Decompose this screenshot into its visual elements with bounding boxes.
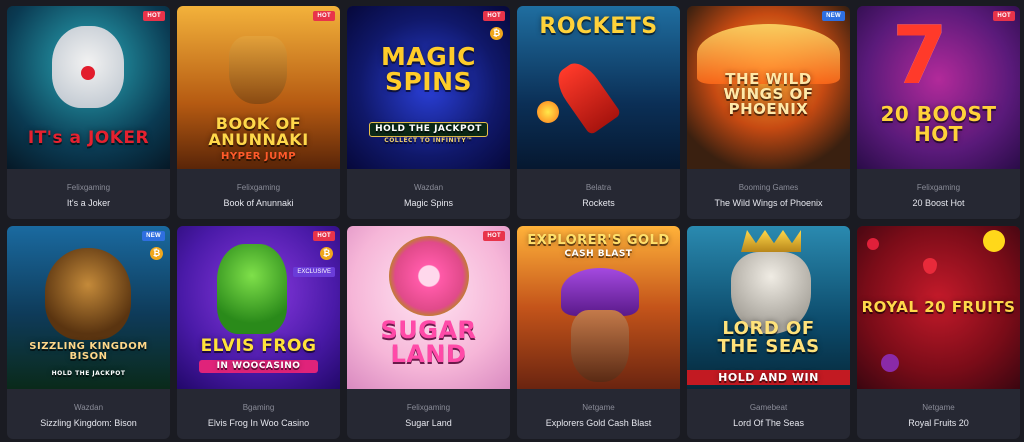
provider-label: Booming Games xyxy=(738,183,799,192)
donut-art xyxy=(389,236,469,316)
game-thumbnail[interactable]: THE WILD WINGS OF PHOENIX xyxy=(687,6,850,169)
art-subtitle-2: COLLECT TO INFINITY™ xyxy=(384,137,473,144)
game-thumbnail[interactable]: EXPLORER'S GOLD CASH BLAST xyxy=(517,226,680,389)
bitcoin-icon: ₿ xyxy=(150,247,163,260)
games-grid: IT's a JOKER HOT Felixgaming It's a Joke… xyxy=(0,0,1024,442)
rocket-art xyxy=(550,56,622,136)
art-title: MAGIC SPINS xyxy=(381,42,476,96)
provider-label: Netgame xyxy=(582,403,615,412)
lemon-art xyxy=(983,230,1005,252)
joker-nose-art xyxy=(81,66,95,80)
game-card-wild-wings-of-phoenix[interactable]: THE WILD WINGS OF PHOENIX NEW Booming Ga… xyxy=(687,6,850,219)
hot-badge: HOT xyxy=(313,231,335,241)
art-subtitle: HOLD AND WIN xyxy=(687,370,850,385)
game-name: Lord Of The Seas xyxy=(733,418,804,428)
game-name: Elvis Frog In Woo Casino xyxy=(207,418,310,428)
game-card-royal-fruits-20[interactable]: ROYAL 20 FRUITS Netgame Royal Fruits 20 xyxy=(857,226,1020,439)
cherry-art xyxy=(867,238,879,250)
art-title: 20 BOOST HOT xyxy=(880,102,997,146)
provider-label: Wazdan xyxy=(413,183,444,192)
game-thumbnail[interactable]: SIZZLING KINGDOM BISON HOLD THE JACKPOT xyxy=(7,226,170,389)
game-card-sugar-land[interactable]: SUGAR LAND HOT Felixgaming Sugar Land xyxy=(347,226,510,439)
game-card-elvis-frog[interactable]: ELVIS FROG IN WOOCASINO HOT ₿ EXCLUSIVE … xyxy=(177,226,340,439)
game-card-explorers-gold[interactable]: EXPLORER'S GOLD CASH BLAST Netgame Explo… xyxy=(517,226,680,439)
game-thumbnail[interactable]: ROCKETS xyxy=(517,6,680,169)
provider-label: Wazdan xyxy=(73,403,104,412)
game-name: Rockets xyxy=(582,198,615,208)
game-name: The Wild Wings of Phoenix xyxy=(714,198,823,208)
exclusive-badge: EXCLUSIVE xyxy=(293,267,335,277)
game-card-its-a-joker[interactable]: IT's a JOKER HOT Felixgaming It's a Joke… xyxy=(7,6,170,219)
explorer-face-art xyxy=(571,310,629,382)
plum-art xyxy=(881,354,899,372)
bison-art xyxy=(45,248,131,340)
provider-label: Felixgaming xyxy=(66,183,111,192)
art-subtitle: IN WOOCASINO xyxy=(199,360,318,373)
game-thumbnail[interactable]: ROYAL 20 FRUITS xyxy=(857,226,1020,389)
art-title: BOOK OF ANUNNAKI xyxy=(208,114,309,149)
game-name: Royal Fruits 20 xyxy=(908,418,969,428)
art-subtitle: HOLD THE JACKPOT xyxy=(51,370,126,377)
game-card-20-boost-hot[interactable]: 7 20 BOOST HOT HOT Felixgaming 20 Boost … xyxy=(857,6,1020,219)
game-name: Book of Anunnaki xyxy=(223,198,294,208)
game-thumbnail[interactable]: BOOK OF ANUNNAKI HYPER JUMP xyxy=(177,6,340,169)
game-thumbnail[interactable]: IT's a JOKER xyxy=(7,6,170,169)
art-title: ROYAL 20 FRUITS xyxy=(861,298,1016,316)
art-title: ELVIS FROG xyxy=(200,336,317,356)
bitcoin-icon: ₿ xyxy=(320,247,333,260)
game-name: Magic Spins xyxy=(403,198,454,208)
game-thumbnail[interactable]: SUGAR LAND xyxy=(347,226,510,389)
game-card-magic-spins[interactable]: MAGIC SPINS HOLD THE JACKPOT COLLECT TO … xyxy=(347,6,510,219)
game-thumbnail[interactable]: 7 20 BOOST HOT xyxy=(857,6,1020,169)
game-thumbnail[interactable]: MAGIC SPINS HOLD THE JACKPOT COLLECT TO … xyxy=(347,6,510,169)
new-badge: NEW xyxy=(822,11,845,21)
art-subtitle: CASH BLAST xyxy=(564,249,633,259)
strawberry-art xyxy=(923,258,937,274)
art-title: SUGAR LAND xyxy=(380,316,477,368)
provider-label: Felixgaming xyxy=(916,183,961,192)
art-title: IT's a JOKER xyxy=(27,128,150,148)
art-title: SIZZLING KINGDOM BISON xyxy=(29,341,148,362)
anunnaki-head-art xyxy=(229,36,287,104)
game-card-sizzling-kingdom-bison[interactable]: SIZZLING KINGDOM BISON HOLD THE JACKPOT … xyxy=(7,226,170,439)
art-title: LORD OF THE SEAS xyxy=(717,318,820,357)
provider-label: Belatra xyxy=(585,183,612,192)
game-card-lord-of-the-seas[interactable]: LORD OF THE SEAS HOLD AND WIN Gamebeat L… xyxy=(687,226,850,439)
game-name: 20 Boost Hot xyxy=(912,198,965,208)
hot-badge: HOT xyxy=(313,11,335,21)
hot-badge: HOT xyxy=(143,11,165,21)
art-title: EXPLORER'S GOLD xyxy=(527,233,670,248)
provider-label: Gamebeat xyxy=(749,403,788,412)
art-subtitle: HOLD THE JACKPOT xyxy=(369,122,488,137)
new-badge: NEW xyxy=(142,231,165,241)
game-name: It's a Joker xyxy=(66,198,111,208)
art-subtitle: HYPER JUMP xyxy=(220,151,297,162)
game-thumbnail[interactable]: LORD OF THE SEAS HOLD AND WIN xyxy=(687,226,850,389)
poseidon-crown-art xyxy=(741,230,801,252)
frog-art xyxy=(217,244,287,334)
game-name: Explorers Gold Cash Blast xyxy=(545,418,652,428)
game-name: Sugar Land xyxy=(405,418,452,428)
art-title: THE WILD WINGS OF PHOENIX xyxy=(723,70,814,118)
bitcoin-icon: ₿ xyxy=(490,27,503,40)
firework-star-art xyxy=(537,101,559,123)
hot-badge: HOT xyxy=(993,11,1015,21)
provider-label: Felixgaming xyxy=(236,183,281,192)
provider-label: Bgaming xyxy=(242,403,275,412)
game-card-rockets[interactable]: ROCKETS Belatra Rockets xyxy=(517,6,680,219)
provider-label: Netgame xyxy=(922,403,955,412)
explorer-turban-art xyxy=(561,268,639,316)
game-card-book-of-anunnaki[interactable]: BOOK OF ANUNNAKI HYPER JUMP HOT Felixgam… xyxy=(177,6,340,219)
game-name: Sizzling Kingdom: Bison xyxy=(40,418,137,428)
hot-badge: HOT xyxy=(483,11,505,21)
art-title: ROCKETS xyxy=(539,14,658,39)
provider-label: Felixgaming xyxy=(406,403,451,412)
seven-symbol-art: 7 xyxy=(892,9,948,102)
hot-badge: HOT xyxy=(483,231,505,241)
game-thumbnail[interactable]: ELVIS FROG IN WOOCASINO xyxy=(177,226,340,389)
